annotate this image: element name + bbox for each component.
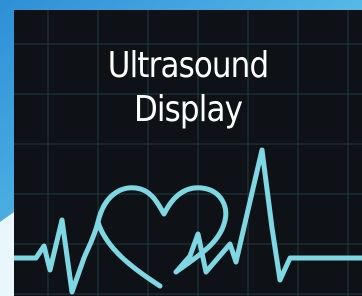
ecg-panel: Ultrasound Display — [14, 10, 362, 296]
heart-icon — [14, 147, 362, 295]
thumbnail-frame: Ultrasound Display — [0, 0, 362, 296]
ecg-waveform-icon — [14, 147, 362, 295]
